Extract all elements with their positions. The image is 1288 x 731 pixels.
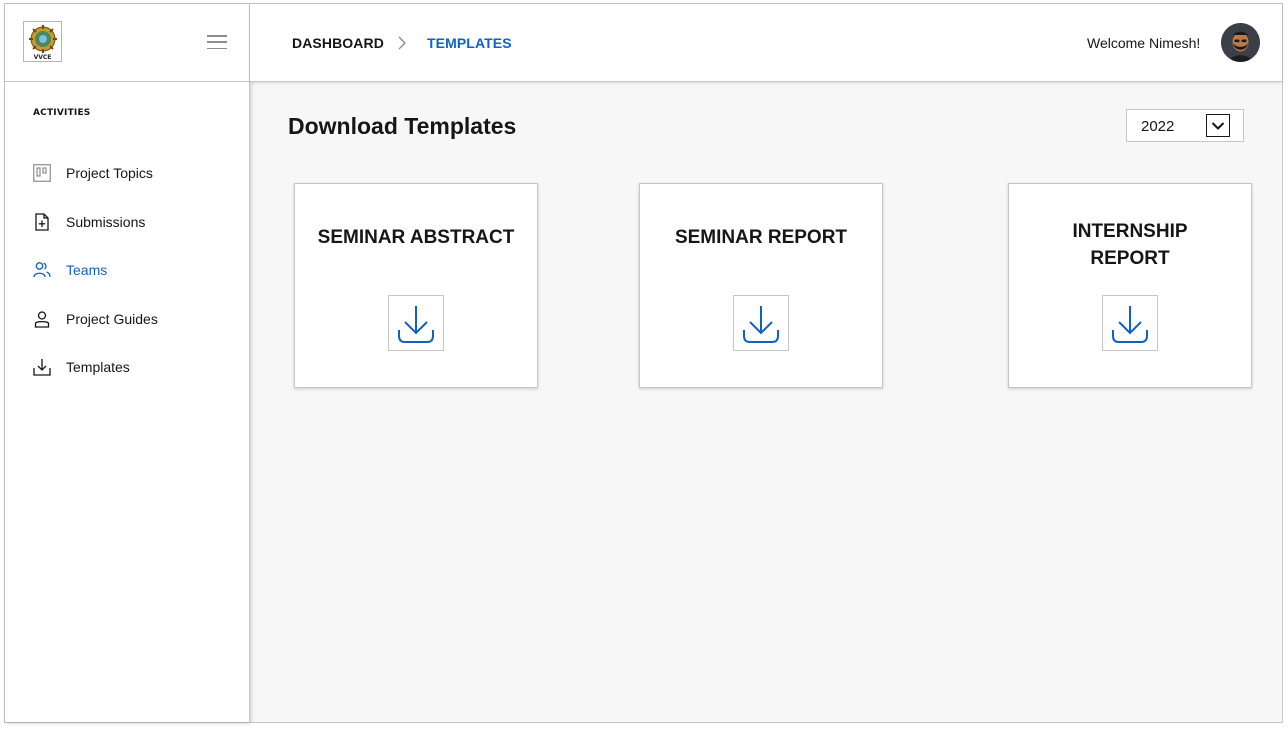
download-button[interactable]: [1102, 295, 1158, 351]
sidebar-nav: Project Topics Submissions Teams Project…: [33, 149, 233, 392]
download-icon: [33, 358, 51, 376]
avatar[interactable]: [1221, 23, 1260, 62]
user-avatar-icon: [1221, 23, 1260, 62]
template-card-seminar-abstract: SEMINAR ABSTRACT: [294, 183, 538, 388]
year-select-value: 2022: [1141, 118, 1175, 135]
sidebar-item-teams[interactable]: Teams: [33, 246, 233, 295]
download-button[interactable]: [388, 295, 444, 351]
sidebar-item-label: Project Guides: [66, 310, 158, 327]
chevron-right-icon: [396, 34, 408, 57]
template-card-internship-report: INTERNSHIP REPORT: [1008, 183, 1252, 388]
group-icon: [33, 261, 51, 279]
sidebar-item-label: Templates: [66, 359, 130, 376]
year-select[interactable]: 2022: [1126, 109, 1244, 142]
template-card-seminar-report: SEMINAR REPORT: [639, 183, 883, 388]
chevron-down-icon[interactable]: [1206, 114, 1230, 137]
breadcrumb-templates[interactable]: TEMPLATES: [427, 35, 512, 51]
breadcrumb-dashboard[interactable]: DASHBOARD: [292, 35, 384, 51]
logo-bar: VVCE: [5, 4, 249, 82]
download-icon: [398, 306, 434, 343]
card-title: SEMINAR ABSTRACT: [317, 227, 515, 248]
sidebar: VVCE ACTIVITIES Project Topics Submissio…: [5, 4, 250, 722]
sidebar-item-project-topics[interactable]: Project Topics: [33, 149, 233, 198]
sidebar-item-submissions[interactable]: Submissions: [33, 198, 233, 247]
download-icon: [1112, 306, 1148, 343]
top-header: DASHBOARD TEMPLATES Welcome Nimesh!: [250, 4, 1282, 82]
download-icon: [743, 306, 779, 343]
sidebar-item-label: Project Topics: [66, 165, 153, 182]
hamburger-menu-icon[interactable]: [207, 35, 227, 49]
card-title: SEMINAR REPORT: [674, 227, 848, 248]
page-title: Download Templates: [288, 113, 517, 139]
sidebar-section-title: ACTIVITIES: [33, 108, 91, 118]
logo-text: VVCE: [33, 54, 52, 61]
welcome-text: Welcome Nimesh!: [1087, 35, 1201, 51]
sidebar-item-templates[interactable]: Templates: [33, 343, 233, 392]
file-add-icon: [33, 213, 51, 231]
kanban-icon: [33, 164, 51, 183]
sidebar-item-project-guides[interactable]: Project Guides: [33, 295, 233, 344]
user-icon: [33, 310, 51, 328]
college-logo[interactable]: VVCE: [23, 21, 62, 62]
sidebar-item-label: Teams: [66, 262, 108, 279]
download-button[interactable]: [733, 295, 789, 351]
sidebar-item-label: Submissions: [66, 213, 146, 230]
card-title: INTERNSHIP REPORT: [1072, 221, 1188, 269]
gear-emblem-icon: [28, 25, 57, 53]
